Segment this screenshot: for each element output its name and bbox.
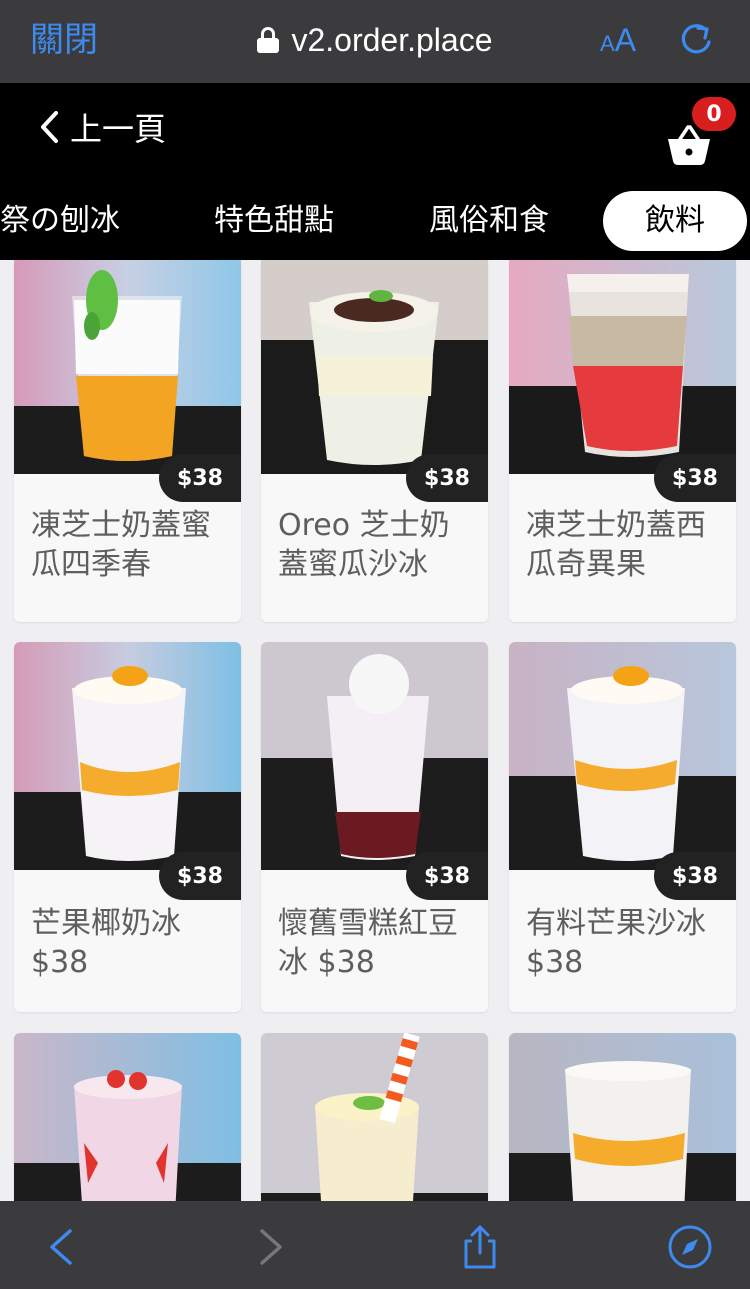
- product-card[interactable]: [14, 1033, 241, 1201]
- product-card[interactable]: $38 凍芝士奶蓋西瓜奇異果: [509, 260, 736, 622]
- product-image: [509, 1033, 736, 1201]
- cart-button[interactable]: 0: [664, 97, 744, 169]
- product-image: [14, 260, 241, 474]
- url-text: v2.order.place: [291, 21, 493, 58]
- forward-arrow-icon[interactable]: [246, 1223, 294, 1271]
- product-name: 凍芝士奶蓋蜜瓜四季春: [31, 508, 211, 582]
- reader-text-size-button[interactable]: AA: [600, 18, 636, 69]
- back-arrow-icon[interactable]: [38, 1223, 86, 1271]
- product-image: [261, 642, 488, 870]
- cart-count-badge: 0: [692, 97, 736, 131]
- tab-shaved-ice[interactable]: 祭の刨冰: [0, 191, 120, 251]
- product-name: Oreo 芝士奶蓋蜜瓜沙冰: [278, 508, 450, 582]
- category-tabs: 祭の刨冰 特色甜點 風俗和食 飲料: [0, 191, 750, 251]
- product-name: 芒果椰奶冰 $38: [31, 906, 181, 980]
- lock-icon: [257, 27, 280, 53]
- product-card[interactable]: $38 凍芝士奶蓋蜜瓜四季春: [14, 260, 241, 622]
- tab-drinks[interactable]: 飲料: [603, 191, 747, 251]
- product-card[interactable]: $38 芒果椰奶冰 $38: [14, 642, 241, 1012]
- product-card[interactable]: $38 有料芒果沙冰 $38: [509, 642, 736, 1012]
- product-card[interactable]: [509, 1033, 736, 1201]
- product-name: 懷舊雪糕紅豆冰 $38: [278, 906, 458, 980]
- product-card[interactable]: $38 Oreo 芝士奶蓋蜜瓜沙冰: [261, 260, 488, 622]
- product-card[interactable]: [261, 1033, 488, 1201]
- address-bar[interactable]: v2.order.place: [0, 18, 750, 62]
- browser-top-bar: 關閉 v2.order.place AA: [0, 0, 750, 83]
- share-icon[interactable]: [456, 1223, 504, 1271]
- product-image: [509, 260, 736, 474]
- price-badge: $38: [159, 852, 241, 900]
- product-image: [261, 1033, 488, 1201]
- app-header: 上一頁 0 祭の刨冰 特色甜點 風俗和食 飲料: [0, 83, 750, 260]
- price-badge: $38: [406, 852, 488, 900]
- price-badge: $38: [406, 454, 488, 502]
- tab-japanese-food[interactable]: 風俗和食: [429, 191, 549, 251]
- browser-bottom-bar: [0, 1201, 750, 1289]
- product-image: [509, 642, 736, 870]
- product-image: [14, 1033, 241, 1201]
- product-name: 凍芝士奶蓋西瓜奇異果: [526, 508, 706, 582]
- product-grid: $38 凍芝士奶蓋蜜瓜四季春 $38 Oreo 芝士奶蓋蜜瓜沙冰 $38 凍芝士…: [0, 260, 750, 1201]
- reload-icon[interactable]: [676, 20, 716, 60]
- product-image: [14, 642, 241, 870]
- back-label: 上一頁: [70, 110, 167, 148]
- tab-desserts[interactable]: 特色甜點: [214, 191, 334, 251]
- product-image: [261, 260, 488, 474]
- price-badge: $38: [159, 454, 241, 502]
- product-name: 有料芒果沙冰 $38: [526, 906, 706, 980]
- compass-icon[interactable]: [666, 1223, 714, 1271]
- price-badge: $38: [654, 454, 736, 502]
- product-card[interactable]: $38 懷舊雪糕紅豆冰 $38: [261, 642, 488, 1012]
- chevron-left-icon: [41, 111, 58, 143]
- back-button[interactable]: 上一頁: [38, 105, 166, 149]
- price-badge: $38: [654, 852, 736, 900]
